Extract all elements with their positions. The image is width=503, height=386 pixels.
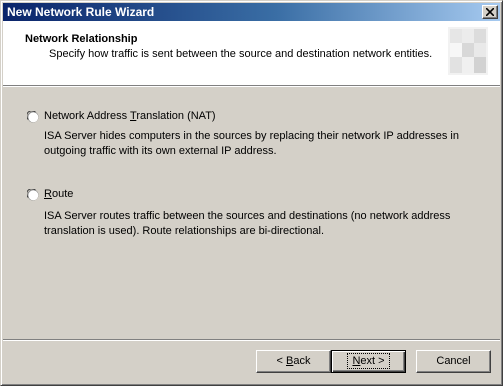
radio-label-nat[interactable]: Network Address Translation (NAT): [44, 110, 216, 122]
route-description-line2: translation is used). Route relationship…: [44, 225, 325, 237]
wizard-header-graphic-icon: [448, 27, 488, 75]
close-icon: [486, 8, 494, 16]
radio-button-nat[interactable]: [27, 111, 39, 123]
nat-description-line1: ISA Server hides computers in the source…: [44, 130, 459, 142]
route-description-line1: ISA Server routes traffic between the so…: [44, 210, 451, 222]
window-title: New Network Rule Wizard: [7, 5, 155, 19]
header-separator: [3, 85, 500, 87]
nat-description-line2: outgoing traffic with its own external I…: [44, 145, 277, 157]
nat-description: ISA Server hides computers in the source…: [44, 129, 459, 159]
cancel-button[interactable]: Cancel: [416, 350, 491, 373]
next-button[interactable]: Next >: [331, 350, 406, 373]
back-button[interactable]: < Back: [256, 350, 331, 373]
title-bar[interactable]: New Network Rule Wizard: [3, 3, 500, 21]
route-description: ISA Server routes traffic between the so…: [44, 209, 450, 239]
radio-button-route[interactable]: [27, 189, 39, 201]
footer-separator: [3, 339, 500, 341]
close-button[interactable]: [482, 5, 498, 19]
wizard-window: New Network Rule Wizard Network Relation…: [0, 0, 503, 386]
radio-label-route[interactable]: Route: [44, 188, 73, 200]
wizard-header: Network Relationship Specify how traffic…: [3, 21, 500, 85]
page-title: Network Relationship: [25, 33, 138, 45]
page-subtitle: Specify how traffic is sent between the …: [49, 48, 433, 60]
